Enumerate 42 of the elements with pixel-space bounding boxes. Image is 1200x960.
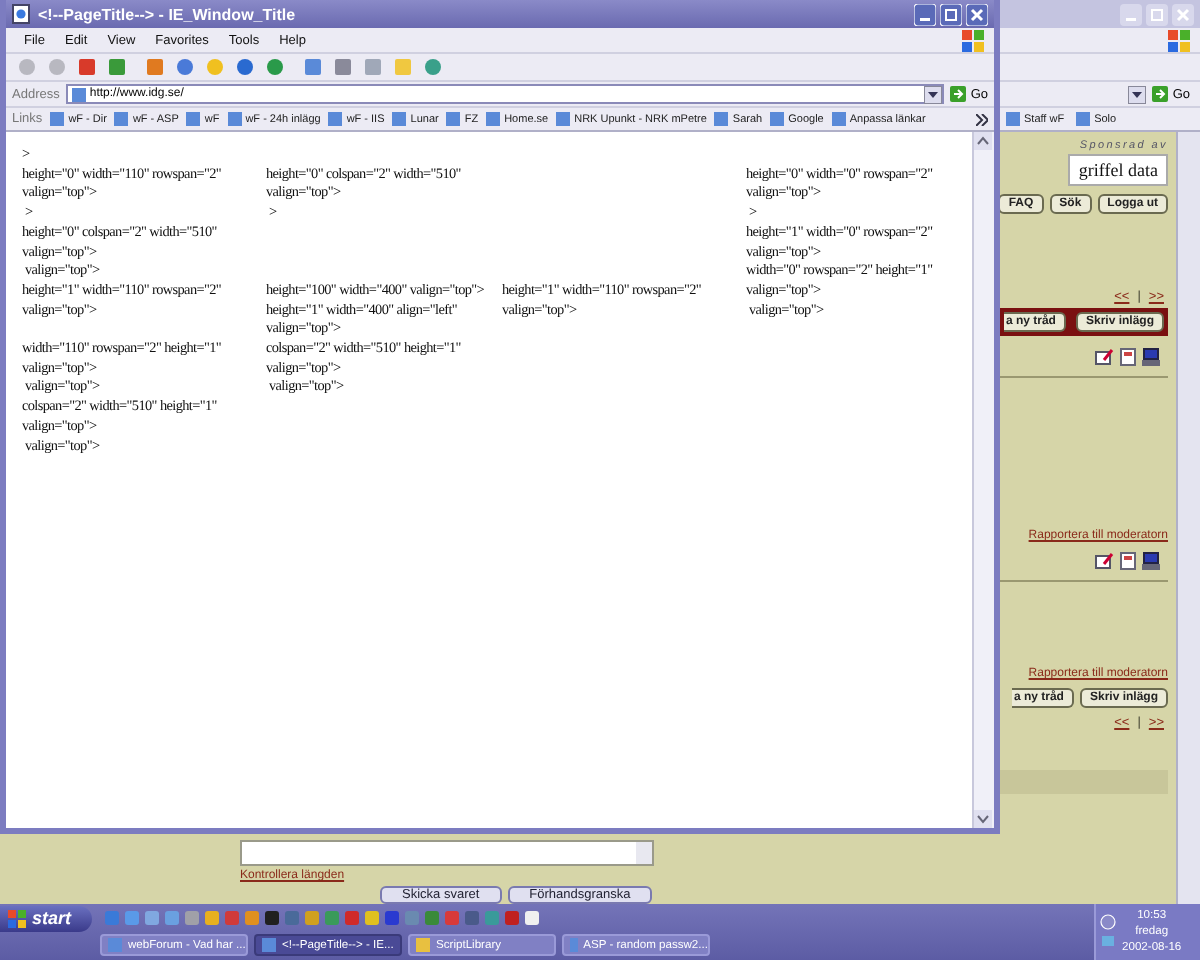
scroll-up-button[interactable] — [974, 132, 992, 150]
windows-logo-icon — [962, 29, 986, 51]
document-icon[interactable] — [1120, 552, 1136, 570]
page-icon — [392, 112, 407, 126]
page-icon — [714, 112, 729, 126]
start-button[interactable]: start — [0, 905, 92, 931]
page-icon — [1006, 112, 1020, 126]
dropdown-button[interactable] — [1128, 85, 1147, 103]
computer-icon[interactable] — [1142, 348, 1160, 366]
maximize-button[interactable] — [940, 3, 962, 25]
page-icon — [831, 112, 846, 126]
windows-logo-icon — [1168, 29, 1192, 51]
computer-icon[interactable] — [1142, 552, 1160, 570]
arrow-icon — [1152, 86, 1169, 102]
document-icon[interactable] — [1120, 348, 1136, 366]
pencil-icon[interactable] — [1094, 552, 1114, 570]
page-icon — [556, 112, 571, 126]
page-icon — [12, 4, 30, 24]
scrollbar[interactable] — [1176, 132, 1200, 904]
minimize-button[interactable] — [914, 3, 936, 25]
page-icon — [114, 112, 129, 126]
close-button[interactable] — [966, 3, 988, 25]
page-icon — [186, 112, 201, 126]
page-icon — [1076, 112, 1091, 126]
reply-textarea[interactable] — [240, 840, 654, 866]
chevron-icon[interactable] — [976, 113, 988, 125]
dropdown-button[interactable] — [924, 85, 943, 103]
page-icon — [328, 112, 343, 126]
page-icon — [570, 938, 578, 952]
windows-logo-icon — [8, 909, 26, 927]
sponsor-logo: griffel data — [1068, 154, 1168, 186]
pencil-icon[interactable] — [1094, 348, 1114, 366]
arrow-icon — [950, 86, 967, 102]
window-title: <!--PageTitle--> - IE_Window_Title — [38, 5, 298, 23]
scrollbar[interactable] — [972, 132, 994, 828]
page-icon — [770, 112, 785, 126]
page-icon — [108, 938, 122, 952]
page-icon — [486, 112, 501, 126]
page-icon — [227, 112, 242, 126]
page-icon — [262, 938, 276, 952]
page-icon — [446, 112, 461, 126]
scroll-down-button[interactable] — [974, 810, 992, 828]
